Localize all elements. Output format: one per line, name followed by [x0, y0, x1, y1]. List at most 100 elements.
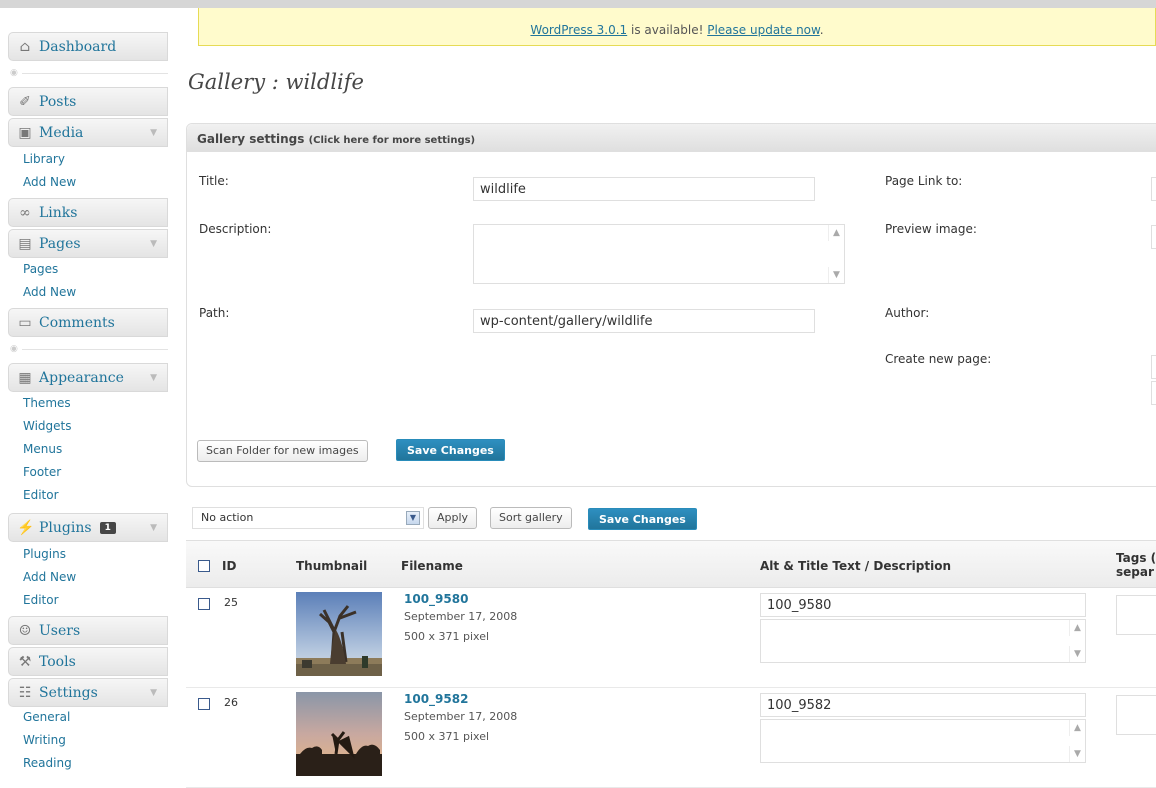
users-icon: ☺	[18, 622, 32, 639]
alt-text-input[interactable]	[760, 693, 1086, 717]
apply-button[interactable]: Apply	[428, 507, 478, 529]
image-dimensions: 500 x 371 pixel	[404, 730, 490, 743]
scroll-down-icon[interactable]: ▼	[1069, 746, 1085, 762]
submenu-plugins-plugins[interactable]: Plugins	[8, 543, 168, 566]
menu-plugins[interactable]: ⚡ Plugins 1 ▼	[8, 513, 168, 542]
submenu-pages: Pages Add New	[8, 258, 168, 304]
chevron-down-icon[interactable]: ▼	[150, 523, 157, 533]
menu-comments[interactable]: ▭ Comments	[8, 308, 168, 337]
submenu-appearance-editor[interactable]: Editor	[8, 484, 168, 507]
save-changes-button[interactable]: Save Changes	[588, 508, 697, 530]
bulk-action-select[interactable]: No action ▼	[192, 507, 424, 529]
thumbnail-baobab-tree[interactable]	[296, 592, 382, 676]
path-label: Path:	[199, 306, 230, 320]
image-filename-link[interactable]: 100_9582	[404, 692, 468, 706]
description-textarea[interactable]: ▲ ▼	[473, 224, 845, 284]
comment-icon: ▭	[18, 314, 32, 331]
sort-gallery-button[interactable]: Sort gallery	[490, 507, 572, 529]
select-all-checkbox[interactable]	[198, 560, 210, 572]
thumbnail-sunset-baobab[interactable]	[296, 692, 382, 776]
image-id: 25	[224, 596, 238, 609]
update-notice: WordPress 3.0.1 is available! Please upd…	[198, 8, 1156, 46]
gallery-settings-hint[interactable]: (Click here for more settings)	[309, 135, 476, 146]
alt-text-input[interactable]	[760, 593, 1086, 617]
update-now-link[interactable]: Please update now	[707, 23, 820, 37]
menu-links-label: Links	[39, 204, 78, 221]
scroll-down-icon[interactable]: ▼	[828, 267, 844, 283]
header-filename[interactable]: Filename	[401, 559, 463, 573]
menu-media[interactable]: ▣ Media ▼	[8, 118, 168, 147]
submenu-settings-general[interactable]: General	[8, 706, 168, 729]
submenu-settings-writing[interactable]: Writing	[8, 729, 168, 752]
home-icon: ⌂	[19, 38, 31, 55]
scroll-down-icon[interactable]: ▼	[1069, 646, 1085, 662]
page-link-select[interactable]	[1151, 177, 1156, 201]
create-page-button[interactable]	[1151, 381, 1156, 405]
tags-input[interactable]	[1116, 695, 1156, 735]
image-date: September 17, 2008	[404, 710, 518, 723]
version-link[interactable]: WordPress 3.0.1	[530, 23, 627, 37]
notice-text: is available!	[627, 23, 708, 37]
separator-dot-icon: ◉	[10, 344, 18, 354]
submenu-media-library[interactable]: Library	[8, 148, 168, 171]
menu-posts[interactable]: ✐ Posts	[8, 87, 168, 116]
submenu-appearance-themes[interactable]: Themes	[8, 392, 168, 415]
scroll-up-icon[interactable]: ▲	[828, 225, 844, 241]
menu-users[interactable]: ☺ Users	[8, 616, 168, 645]
create-page-select[interactable]	[1151, 355, 1156, 379]
submenu-settings-reading[interactable]: Reading	[8, 752, 168, 775]
menu-settings[interactable]: ☷ Settings ▼	[8, 678, 168, 707]
menu-separator: ◉	[8, 66, 168, 80]
preview-image-select[interactable]	[1151, 225, 1156, 249]
menu-dashboard[interactable]: ⌂ Dashboard	[8, 32, 168, 61]
menu-posts-label: Posts	[39, 93, 77, 110]
menu-appearance-label: Appearance	[39, 369, 124, 386]
image-description-textarea[interactable]: ▲ ▼	[760, 719, 1086, 763]
gallery-settings-header[interactable]: Gallery settings (Click here for more se…	[187, 124, 1156, 152]
update-count-badge: 1	[99, 521, 116, 534]
image-description-textarea[interactable]: ▲ ▼	[760, 619, 1086, 663]
admin-sidebar: ⌂ Dashboard ◉ ✐ Posts ▣ Media ▼ Library …	[0, 8, 168, 776]
submenu-appearance-menus[interactable]: Menus	[8, 438, 168, 461]
chevron-down-icon[interactable]: ▼	[150, 239, 157, 249]
scroll-up-icon[interactable]: ▲	[1069, 620, 1085, 636]
menu-pages[interactable]: ▤ Pages ▼	[8, 229, 168, 258]
title-input[interactable]	[473, 177, 815, 201]
path-input[interactable]	[473, 309, 815, 333]
menu-tools[interactable]: ⚒ Tools	[8, 647, 168, 676]
menu-tools-label: Tools	[39, 653, 76, 670]
submenu-appearance-widgets[interactable]: Widgets	[8, 415, 168, 438]
image-dimensions: 500 x 371 pixel	[404, 630, 490, 643]
submenu-pages-pages[interactable]: Pages	[8, 258, 168, 281]
menu-dashboard-label: Dashboard	[39, 38, 117, 55]
tags-input[interactable]	[1116, 595, 1156, 635]
admin-top-strip	[0, 0, 1156, 8]
submenu-plugins-editor[interactable]: Editor	[8, 589, 168, 612]
row-checkbox[interactable]	[198, 698, 210, 710]
chevron-down-icon[interactable]: ▼	[150, 373, 157, 383]
header-tags: Tags ( separ	[1116, 551, 1156, 579]
scroll-up-icon[interactable]: ▲	[1069, 720, 1085, 736]
submenu-media: Library Add New	[8, 148, 168, 194]
header-id[interactable]: ID	[222, 559, 236, 573]
menu-plugins-label: Plugins	[39, 519, 92, 536]
menu-users-label: Users	[39, 622, 81, 639]
chevron-down-icon[interactable]: ▼	[150, 688, 157, 698]
page-title: Gallery : wildlife	[188, 70, 364, 94]
submenu-plugins-add-new[interactable]: Add New	[8, 566, 168, 589]
menu-appearance[interactable]: ▦ Appearance ▼	[8, 363, 168, 392]
image-filename-link[interactable]: 100_9580	[404, 592, 468, 606]
media-icon: ▣	[18, 124, 32, 141]
save-settings-button[interactable]: Save Changes	[396, 439, 505, 461]
row-checkbox[interactable]	[198, 598, 210, 610]
submenu-media-add-new[interactable]: Add New	[8, 171, 168, 194]
submenu-appearance-footer[interactable]: Footer	[8, 461, 168, 484]
scan-folder-button[interactable]: Scan Folder for new images	[197, 440, 368, 462]
plug-icon: ⚡	[17, 519, 35, 536]
chevron-down-icon[interactable]: ▼	[406, 511, 420, 525]
submenu-pages-add-new[interactable]: Add New	[8, 281, 168, 304]
menu-comments-label: Comments	[39, 314, 115, 331]
chevron-down-icon[interactable]: ▼	[150, 128, 157, 138]
menu-links[interactable]: ∞ Links	[8, 198, 168, 227]
submenu-settings: General Writing Reading	[8, 706, 168, 775]
